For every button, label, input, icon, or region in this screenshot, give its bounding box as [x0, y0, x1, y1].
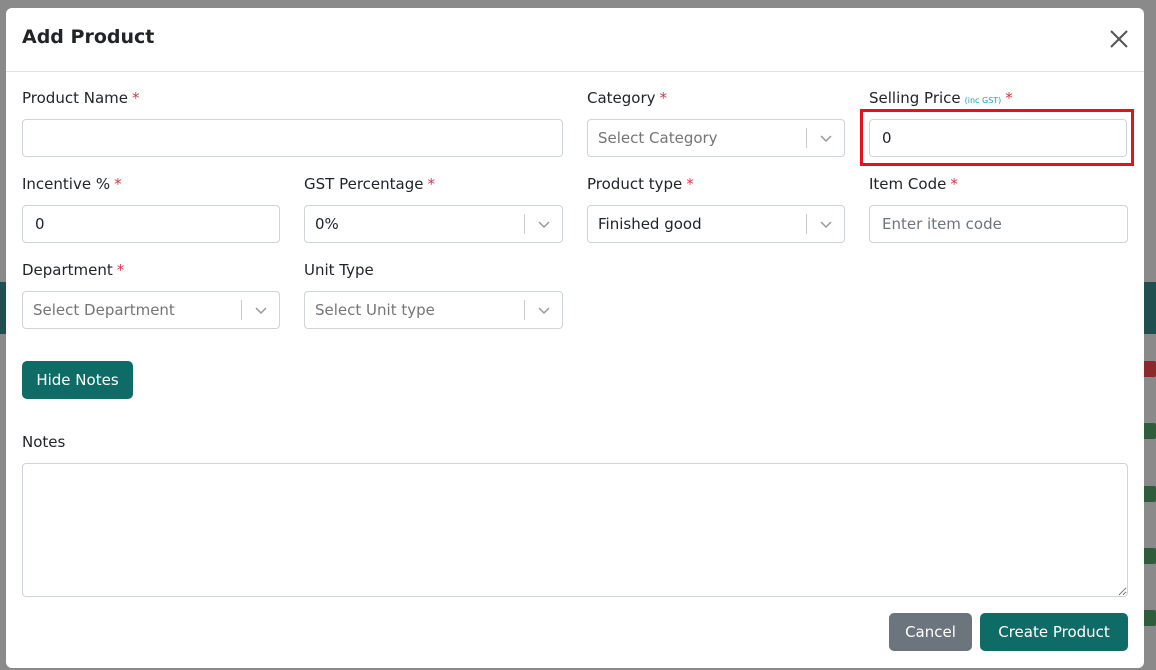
select-separator — [524, 300, 525, 320]
background-badge — [1142, 486, 1156, 502]
chevron-down-icon — [820, 135, 832, 143]
product-name-label: Product Name * — [22, 89, 140, 107]
required-marker: * — [686, 175, 694, 193]
product-name-input[interactable] — [22, 119, 563, 157]
chevron-down-icon — [538, 307, 550, 315]
department-select[interactable]: Select Department — [22, 291, 280, 329]
select-separator — [806, 214, 807, 234]
notes-textarea[interactable] — [22, 463, 1128, 597]
required-marker: * — [116, 261, 125, 279]
required-marker: * — [950, 175, 958, 193]
unit-type-label: Unit Type — [304, 261, 374, 279]
create-product-button[interactable]: Create Product — [980, 613, 1128, 651]
unit-type-select-value: Select Unit type — [315, 301, 435, 319]
required-marker: * — [659, 89, 668, 107]
background-badge — [1142, 610, 1156, 626]
modal-title: Add Product — [22, 26, 155, 48]
product-type-select-value: Finished good — [598, 215, 702, 233]
chevron-down-icon — [538, 221, 550, 229]
category-select[interactable]: Select Category — [587, 119, 845, 157]
cancel-button[interactable]: Cancel — [889, 613, 972, 651]
gst-percentage-select-value: 0% — [315, 215, 339, 233]
select-separator — [524, 214, 525, 234]
product-type-select[interactable]: Finished good — [587, 205, 845, 243]
unit-type-select[interactable]: Select Unit type — [304, 291, 563, 329]
required-marker: * — [1005, 89, 1013, 107]
notes-label: Notes — [22, 433, 66, 451]
required-marker: * — [131, 89, 140, 107]
close-icon[interactable] — [1106, 26, 1132, 52]
gst-percentage-select[interactable]: 0% — [304, 205, 563, 243]
background-badge — [1142, 423, 1156, 439]
department-label: Department * — [22, 261, 125, 279]
incentive-input[interactable] — [22, 205, 280, 243]
background-badge — [1142, 548, 1156, 564]
modal-header: Add Product — [6, 8, 1144, 72]
department-select-value: Select Department — [33, 301, 175, 319]
category-select-value: Select Category — [598, 129, 718, 147]
gst-note: (inc GST) — [964, 96, 1002, 105]
gst-percentage-label: GST Percentage * — [304, 175, 435, 193]
required-marker: * — [427, 175, 435, 193]
chevron-down-icon — [255, 307, 267, 315]
highlight-box — [860, 109, 1134, 166]
selling-price-label: Selling Price (inc GST) * — [869, 89, 1013, 107]
add-product-modal: Add Product Product Name * Category * Sele… — [6, 8, 1144, 668]
incentive-label: Incentive % * — [22, 175, 122, 193]
item-code-input[interactable] — [869, 205, 1128, 243]
select-separator — [806, 128, 807, 148]
required-marker: * — [114, 175, 122, 193]
hide-notes-button[interactable]: Hide Notes — [22, 361, 133, 399]
item-code-label: Item Code * — [869, 175, 958, 193]
product-type-label: Product type * — [587, 175, 694, 193]
background-badge — [1142, 361, 1156, 377]
select-separator — [241, 300, 242, 320]
chevron-down-icon — [820, 221, 832, 229]
category-label: Category * — [587, 89, 668, 107]
